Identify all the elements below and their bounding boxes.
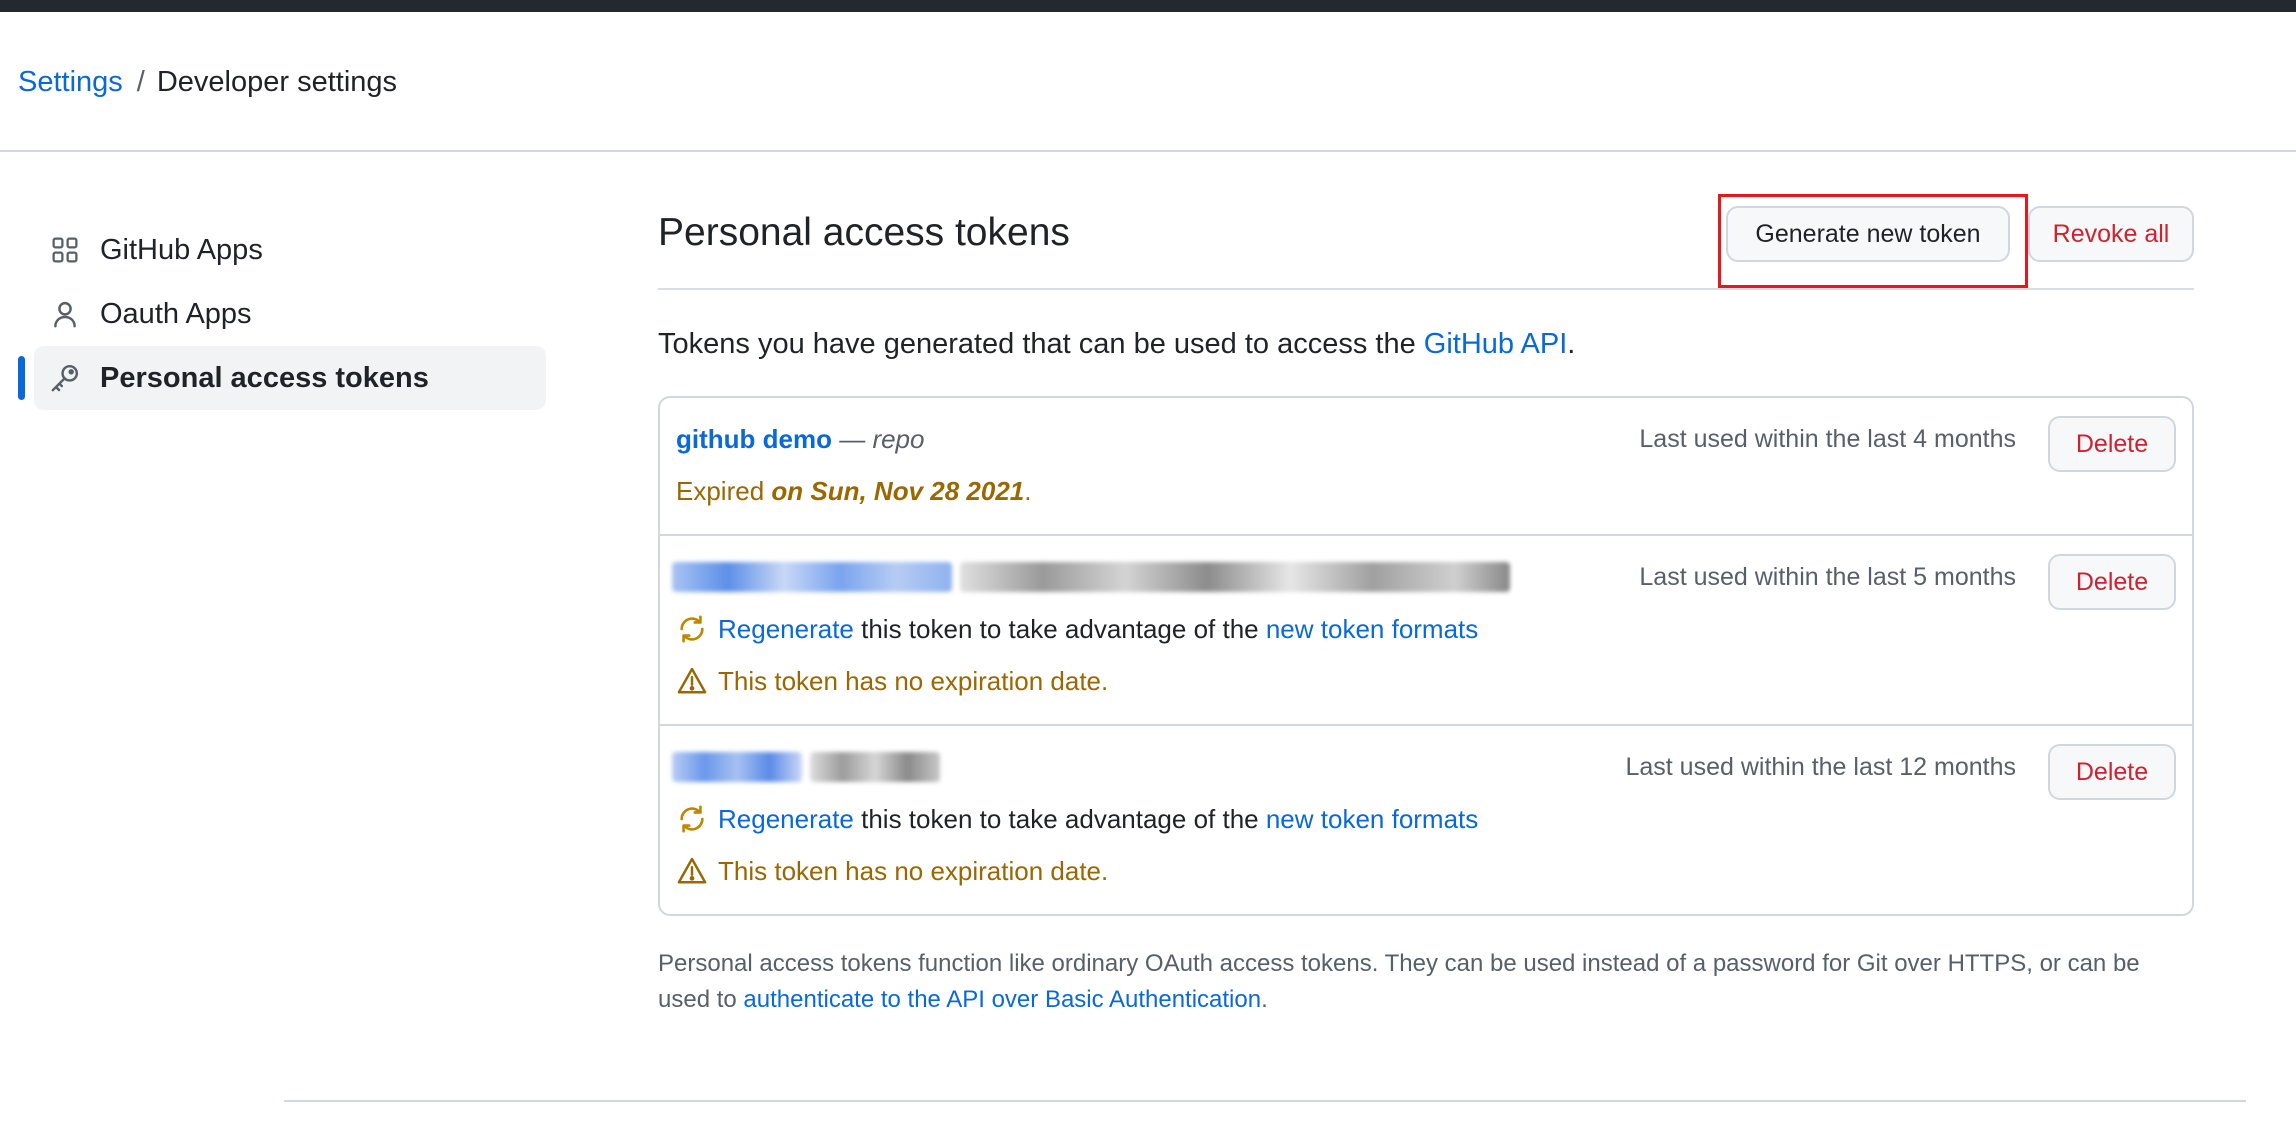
redacted-token-scope bbox=[960, 562, 1510, 592]
warning-text: This token has no expiration date. bbox=[718, 666, 1109, 696]
breadcrumb-separator: / bbox=[136, 66, 145, 98]
generate-new-token-button[interactable]: Generate new token bbox=[1726, 206, 2010, 262]
no-expiration-warning: This token has no expiration date. bbox=[676, 664, 1108, 698]
delete-token-button[interactable]: Delete bbox=[2048, 554, 2176, 610]
token-row: Regenerate this token to take advantage … bbox=[660, 536, 2192, 726]
regenerate-link[interactable]: Regenerate bbox=[718, 802, 854, 836]
last-used-text: Last used within the last 5 months bbox=[1639, 563, 2016, 591]
sidebar-item-oauth-apps[interactable]: Oauth Apps bbox=[18, 282, 546, 346]
new-token-formats-link[interactable]: new token formats bbox=[1266, 612, 1478, 646]
key-icon bbox=[50, 363, 80, 393]
last-used-text: Last used within the last 12 months bbox=[1625, 753, 2016, 781]
regenerate-text: this token to take advantage of the bbox=[853, 804, 1266, 834]
sidebar-item-label: Oauth Apps bbox=[100, 297, 252, 330]
alert-icon bbox=[676, 665, 708, 697]
expired-suffix: . bbox=[1024, 476, 1032, 506]
header-divider bbox=[0, 150, 2296, 152]
sidebar-item-label: GitHub Apps bbox=[100, 233, 263, 266]
sync-icon bbox=[676, 803, 708, 835]
top-bar bbox=[0, 0, 2296, 12]
intro-text-body: Tokens you have generated that can be us… bbox=[658, 328, 1424, 360]
new-token-formats-link[interactable]: new token formats bbox=[1266, 802, 1478, 836]
footer-text-end: . bbox=[1261, 986, 1268, 1013]
delete-token-button[interactable]: Delete bbox=[2048, 744, 2176, 800]
breadcrumb-current: Developer settings bbox=[156, 66, 398, 98]
sync-icon bbox=[676, 613, 708, 645]
token-name-link[interactable]: github demo bbox=[676, 424, 832, 454]
page-title: Personal access tokens bbox=[658, 211, 1070, 254]
person-icon bbox=[50, 299, 80, 329]
revoke-all-button[interactable]: Revoke all bbox=[2028, 206, 2194, 262]
regenerate-text: this token to take advantage of the bbox=[853, 614, 1266, 644]
alert-icon bbox=[676, 855, 708, 887]
expired-date: on Sun, Nov 28 2021 bbox=[771, 476, 1025, 506]
basic-auth-link[interactable]: authenticate to the API over Basic Authe… bbox=[743, 986, 1261, 1013]
redacted-token-name bbox=[672, 562, 952, 592]
title-row: Personal access tokens Generate new toke… bbox=[658, 190, 2194, 290]
warning-text: This token has no expiration date. bbox=[718, 856, 1109, 886]
active-indicator bbox=[18, 356, 25, 400]
last-used-text: Last used within the last 4 months bbox=[1639, 425, 2016, 453]
sidebar-item-label: Personal access tokens bbox=[100, 361, 429, 394]
breadcrumb: Settings / Developer settings bbox=[18, 62, 397, 102]
sidebar-item-personal-access-tokens[interactable]: Personal access tokens bbox=[18, 346, 546, 410]
token-title: github demo — repo bbox=[676, 422, 924, 456]
main-content: Personal access tokens Generate new toke… bbox=[658, 190, 2194, 1013]
intro-text-end: . bbox=[1567, 328, 1576, 360]
token-list: github demo — repo Expired on Sun, Nov 2… bbox=[658, 396, 2194, 916]
token-scope: repo bbox=[872, 424, 925, 454]
github-api-link[interactable]: GitHub API bbox=[1424, 328, 1567, 360]
sidebar-item-github-apps[interactable]: GitHub Apps bbox=[18, 218, 546, 282]
regenerate-link[interactable]: Regenerate bbox=[718, 612, 854, 646]
token-row: Regenerate this token to take advantage … bbox=[660, 726, 2192, 914]
redacted-token-scope bbox=[810, 752, 940, 782]
regenerate-line: Regenerate this token to take advantage … bbox=[676, 802, 1478, 836]
token-scope-separator: — bbox=[831, 424, 873, 454]
delete-token-button[interactable]: Delete bbox=[2048, 416, 2176, 472]
token-expiry: Expired on Sun, Nov 28 2021. bbox=[676, 474, 1032, 508]
regenerate-line: Regenerate this token to take advantage … bbox=[676, 612, 1478, 646]
sidebar: GitHub Apps Oauth Apps Personal access t… bbox=[18, 218, 546, 410]
expired-prefix: Expired bbox=[676, 476, 765, 506]
bottom-divider bbox=[284, 1100, 2246, 1102]
token-row: github demo — repo Expired on Sun, Nov 2… bbox=[660, 398, 2192, 536]
intro-text: Tokens you have generated that can be us… bbox=[658, 324, 1575, 364]
apps-grid-icon bbox=[50, 235, 80, 265]
no-expiration-warning: This token has no expiration date. bbox=[676, 854, 1108, 888]
footer-note: Personal access tokens function like ord… bbox=[658, 946, 2198, 1018]
redacted-token-name bbox=[672, 752, 802, 782]
breadcrumb-settings-link[interactable]: Settings bbox=[18, 66, 123, 98]
